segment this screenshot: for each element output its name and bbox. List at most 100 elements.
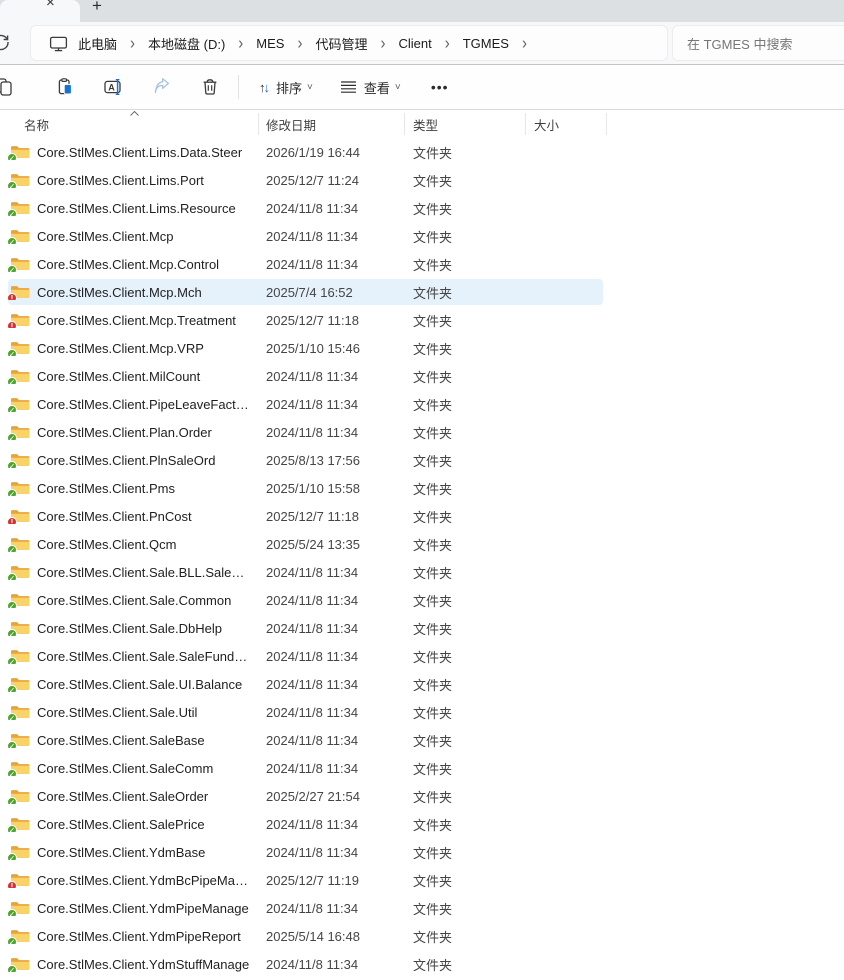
breadcrumb-item[interactable]: 本地磁盘 (D:) [142, 31, 231, 56]
row-date-cell: 2025/5/24 13:35 [258, 537, 404, 552]
overlay-badge-icon: ✓ [7, 657, 17, 664]
paste-button[interactable] [48, 70, 84, 104]
row-name-cell: ✓ Core.StlMes.Client.Qcm [0, 536, 258, 552]
row-name-cell: ✓ Core.StlMes.Client.Sale.DbHelp [0, 620, 258, 636]
table-row[interactable]: ✓ Core.StlMes.Client.Sale.UI.Balance 202… [0, 670, 844, 698]
folder-icon: ✓ [10, 396, 30, 412]
column-divider[interactable] [404, 113, 405, 135]
view-button[interactable]: 查看 ˅ [331, 70, 409, 104]
computer-monitor-icon[interactable] [49, 35, 68, 52]
rename-icon: A [103, 77, 125, 97]
folder-name: Core.StlMes.Client.Pms [37, 481, 181, 496]
column-header-row: 名称 修改日期 类型 大小 [0, 110, 844, 138]
table-row[interactable]: ✓ Core.StlMes.Client.Mcp.VRP 2025/1/10 1… [0, 334, 844, 362]
overlay-badge-icon: ! [7, 293, 17, 300]
row-name-cell: ✓ Core.StlMes.Client.Pms [0, 480, 258, 496]
table-row[interactable]: ! Core.StlMes.Client.Mcp.Mch 2025/7/4 16… [0, 278, 844, 306]
overlay-badge-icon: ✓ [7, 461, 17, 468]
table-row[interactable]: ✓ Core.StlMes.Client.YdmStuffManage 2024… [0, 950, 844, 978]
search-box[interactable]: 在 TGMES 中搜索 [672, 25, 844, 61]
chevron-down-icon: ˅ [395, 82, 401, 93]
explorer-tab[interactable] [0, 0, 80, 22]
overlay-badge-icon: ✓ [7, 601, 17, 608]
row-type-cell: 文件夹 [404, 927, 525, 946]
breadcrumb-item[interactable]: MES [250, 33, 290, 54]
table-row[interactable]: ✓ Core.StlMes.Client.SaleBase 2024/11/8 … [0, 726, 844, 754]
table-row[interactable]: ✓ Core.StlMes.Client.YdmPipeManage 2024/… [0, 894, 844, 922]
column-divider[interactable] [606, 113, 607, 135]
row-name-cell: ✓ Core.StlMes.Client.Lims.Port [0, 172, 258, 188]
table-row[interactable]: ✓ Core.StlMes.Client.PipeLeaveFactory 20… [0, 390, 844, 418]
column-header-type[interactable]: 类型 [404, 115, 525, 134]
new-tab-icon[interactable]: + [92, 0, 102, 16]
row-type-cell: 文件夹 [404, 815, 525, 834]
rename-button[interactable]: A [96, 70, 132, 104]
view-label: 查看 [364, 78, 390, 97]
folder-name: Core.StlMes.Client.YdmBase [37, 845, 211, 860]
table-row[interactable]: ! Core.StlMes.Client.Mcp.Treatment 2025/… [0, 306, 844, 334]
table-row[interactable]: ✓ Core.StlMes.Client.Qcm 2025/5/24 13:35… [0, 530, 844, 558]
table-row[interactable]: ✓ Core.StlMes.Client.PlnSaleOrd 2025/8/1… [0, 446, 844, 474]
column-divider[interactable] [258, 113, 259, 135]
breadcrumb-item[interactable]: Client [392, 33, 437, 54]
table-row[interactable]: ✓ Core.StlMes.Client.Plan.Order 2024/11/… [0, 418, 844, 446]
column-header-size[interactable]: 大小 [525, 115, 606, 134]
table-row[interactable]: ✓ Core.StlMes.Client.Lims.Resource 2024/… [0, 194, 844, 222]
table-row[interactable]: ✓ Core.StlMes.Client.Sale.Util 2024/11/8… [0, 698, 844, 726]
table-row[interactable]: ! Core.StlMes.Client.PnCost 2025/12/7 11… [0, 502, 844, 530]
table-row[interactable]: ✓ Core.StlMes.Client.Sale.SaleFundMgt 20… [0, 642, 844, 670]
breadcrumb-item[interactable]: TGMES [457, 33, 515, 54]
more-options-button[interactable]: ••• [423, 70, 457, 104]
table-row[interactable]: ✓ Core.StlMes.Client.Pms 2025/1/10 15:58… [0, 474, 844, 502]
sort-ascending-icon [130, 111, 139, 116]
table-row[interactable]: ✓ Core.StlMes.Client.Mcp 2024/11/8 11:34… [0, 222, 844, 250]
row-name-cell: ✓ Core.StlMes.Client.YdmBase [0, 844, 258, 860]
row-type-cell: 文件夹 [404, 675, 525, 694]
share-icon [152, 77, 172, 97]
table-row[interactable]: ✓ Core.StlMes.Client.YdmBase 2024/11/8 1… [0, 838, 844, 866]
column-header-name[interactable]: 名称 [0, 115, 258, 134]
refresh-icon[interactable] [0, 31, 12, 53]
table-row[interactable]: ✓ Core.StlMes.Client.Sale.Common 2024/11… [0, 586, 844, 614]
table-row[interactable]: ✓ Core.StlMes.Client.SalePrice 2024/11/8… [0, 810, 844, 838]
row-name-cell: ! Core.StlMes.Client.YdmBcPipeManage [0, 872, 258, 888]
table-row[interactable]: ! Core.StlMes.Client.YdmBcPipeManage 202… [0, 866, 844, 894]
table-row[interactable]: ✓ Core.StlMes.Client.SaleOrder 2025/2/27… [0, 782, 844, 810]
copy-button[interactable] [0, 70, 22, 104]
folder-name: Core.StlMes.Client.Mcp [37, 229, 180, 244]
row-name-cell: ✓ Core.StlMes.Client.SaleOrder [0, 788, 258, 804]
overlay-badge-icon: ✓ [7, 349, 17, 356]
overlay-badge-icon: ! [7, 881, 17, 888]
row-type-cell: 文件夹 [404, 843, 525, 862]
breadcrumb-item[interactable]: 代码管理 [309, 31, 373, 56]
column-divider[interactable] [525, 113, 526, 135]
row-date-cell: 2025/1/10 15:58 [258, 481, 404, 496]
row-date-cell: 2024/11/8 11:34 [258, 257, 404, 272]
table-row[interactable]: ✓ Core.StlMes.Client.Sale.BLL.SaleBusin.… [0, 558, 844, 586]
table-row[interactable]: ✓ Core.StlMes.Client.MilCount 2024/11/8 … [0, 362, 844, 390]
table-row[interactable]: ✓ Core.StlMes.Client.Sale.DbHelp 2024/11… [0, 614, 844, 642]
toolbar-divider [238, 75, 239, 99]
table-row[interactable]: ✓ Core.StlMes.Client.Mcp.Control 2024/11… [0, 250, 844, 278]
table-row[interactable]: ✓ Core.StlMes.Client.Lims.Port 2025/12/7… [0, 166, 844, 194]
folder-name: Core.StlMes.Client.PnCost [37, 509, 198, 524]
table-row[interactable]: ✓ Core.StlMes.Client.YdmPipeReport 2025/… [0, 922, 844, 950]
paste-icon [56, 77, 76, 97]
row-date-cell: 2025/5/14 16:48 [258, 929, 404, 944]
delete-button[interactable] [192, 70, 228, 104]
breadcrumb-item[interactable]: 此电脑 [72, 31, 123, 56]
folder-icon: ✓ [10, 788, 30, 804]
sort-button[interactable]: ↑↓ 排序 ˅ [251, 70, 321, 104]
chevron-right-icon: › [123, 33, 142, 53]
table-row[interactable]: ✓ Core.StlMes.Client.Lims.Data.Steer 202… [0, 138, 844, 166]
row-name-cell: ✓ Core.StlMes.Client.Lims.Resource [0, 200, 258, 216]
folder-icon: ✓ [10, 844, 30, 860]
table-row[interactable]: ✓ Core.StlMes.Client.SaleComm 2024/11/8 … [0, 754, 844, 782]
folder-name: Core.StlMes.Client.Sale.UI.Balance [37, 677, 248, 692]
column-header-date[interactable]: 修改日期 [258, 115, 404, 134]
row-type-cell: 文件夹 [404, 451, 525, 470]
row-date-cell: 2024/11/8 11:34 [258, 901, 404, 916]
folder-name: Core.StlMes.Client.Sale.DbHelp [37, 621, 228, 636]
close-tab-icon[interactable]: × [46, 0, 55, 11]
overlay-badge-icon: ✓ [7, 433, 17, 440]
